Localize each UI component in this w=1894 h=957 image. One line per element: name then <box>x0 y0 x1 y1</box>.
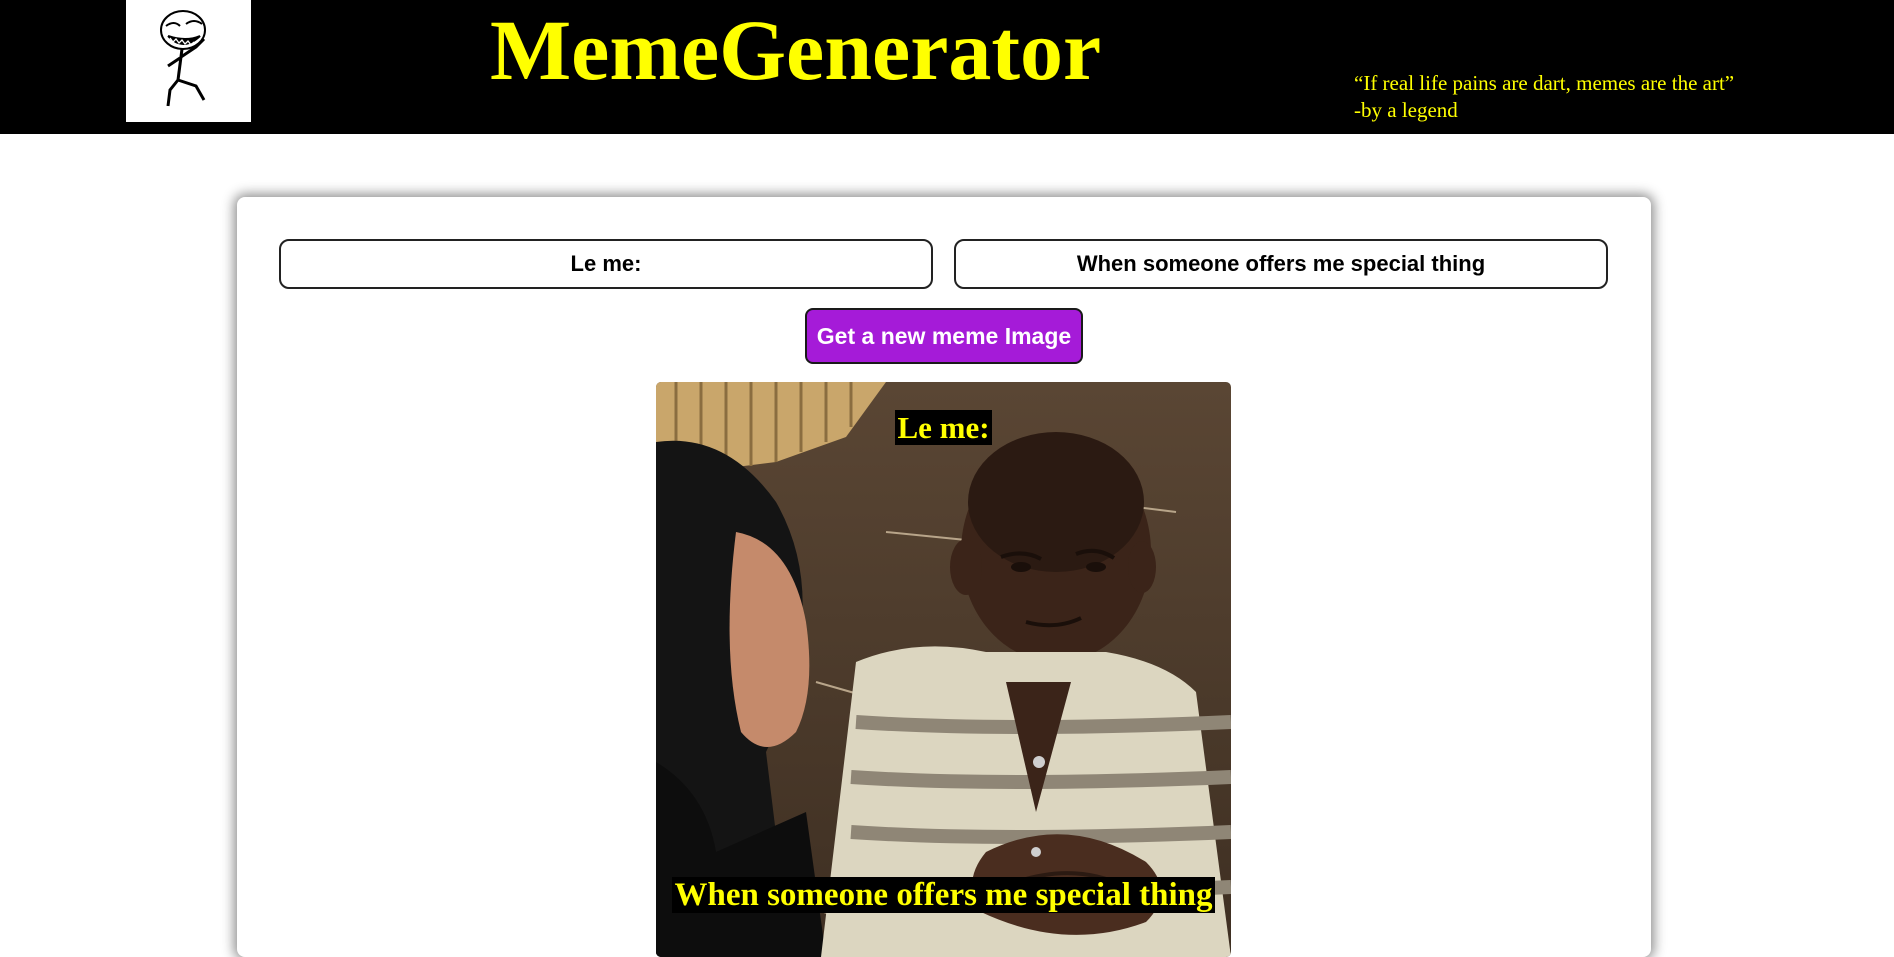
meme-preview: Le me: When someone offers me special th… <box>656 382 1231 957</box>
meme-top-caption-text: Le me: <box>895 410 992 445</box>
bottom-text-input[interactable] <box>954 239 1608 289</box>
meme-form-card: Get a new meme Image <box>237 197 1651 957</box>
trollface-stickman-icon <box>126 0 251 122</box>
header-quote: “If real life pains are dart, memes are … <box>1354 70 1734 124</box>
quote-author: -by a legend <box>1354 98 1458 122</box>
meme-bottom-caption: When someone offers me special thing <box>656 877 1231 913</box>
meme-top-caption: Le me: <box>656 410 1231 445</box>
meme-bottom-caption-text: When someone offers me special thing <box>672 877 1215 913</box>
skeptical-child-photo <box>656 382 1231 957</box>
site-header: MemeGenerator “If real life pains are da… <box>0 0 1894 134</box>
site-title: MemeGenerator <box>490 2 1102 98</box>
top-text-input[interactable] <box>279 239 933 289</box>
quote-text: “If real life pains are dart, memes are … <box>1354 71 1735 95</box>
get-new-meme-button[interactable]: Get a new meme Image <box>805 308 1083 364</box>
